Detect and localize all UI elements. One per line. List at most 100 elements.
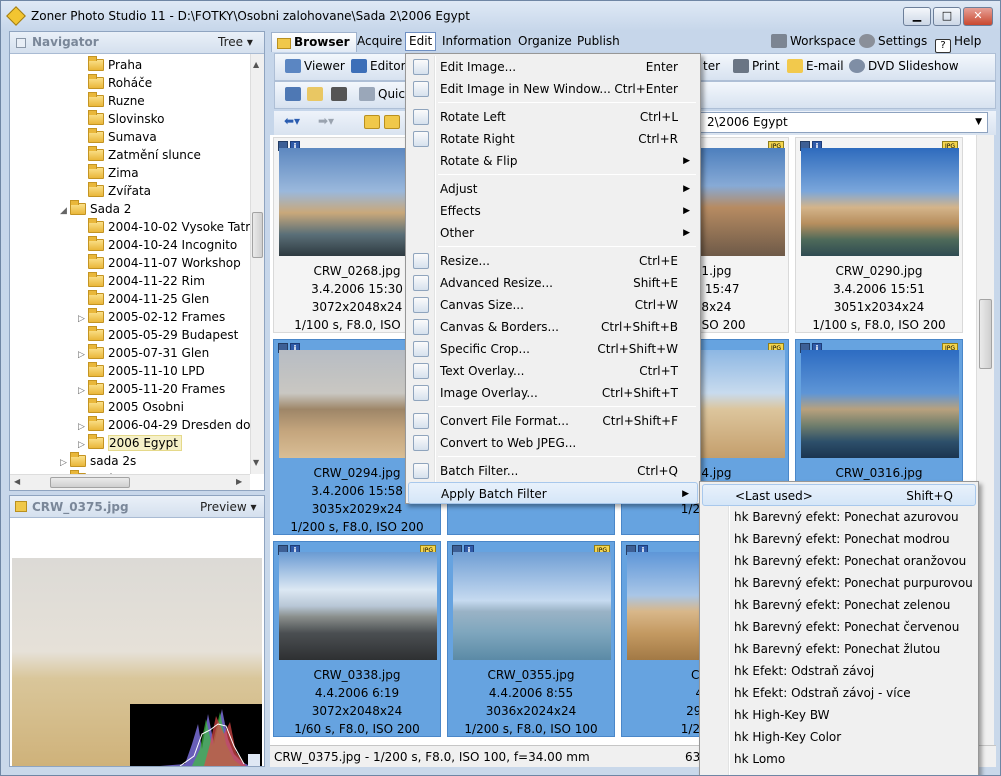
- edit-menu-item[interactable]: Edit Image... Enter: [408, 56, 698, 78]
- edit-menu-item[interactable]: Convert File Format... Ctrl+Shift+F: [408, 410, 698, 432]
- tree-node[interactable]: ▷ 2005-11-20 Frames: [78, 380, 225, 398]
- preview-mode-dropdown[interactable]: Preview ▾: [200, 500, 257, 514]
- batch-filter-item[interactable]: hk Barevný efekt: Ponechat modrou: [702, 528, 976, 550]
- batch-filter-item[interactable]: hk Lomo: [702, 748, 976, 770]
- workspace-button[interactable]: Workspace: [771, 34, 856, 48]
- printer-icon: [733, 59, 749, 73]
- batch-filter-item[interactable]: hk Barevný efekt: Ponechat oranžovou: [702, 550, 976, 572]
- tree-node[interactable]: Roháče: [78, 74, 152, 92]
- tab-publish[interactable]: Publish: [577, 34, 620, 48]
- tree-node[interactable]: 2004-11-07 Workshop: [78, 254, 241, 272]
- edit-menu-item[interactable]: Rotate & Flip ▶: [408, 150, 698, 172]
- tree-node[interactable]: 2004-11-22 Rim: [78, 272, 205, 290]
- thumbnail[interactable]: i JPG CRW_0338.jpg 4.4.2006 6:19 3072x2048x2…: [273, 541, 441, 737]
- batch-filter-item[interactable]: hk Barevný efekt: Ponechat žlutou: [702, 638, 976, 660]
- envelope-icon: [787, 59, 803, 73]
- edit-menu-item[interactable]: Effects ▶: [408, 200, 698, 222]
- camera-icon[interactable]: [331, 87, 350, 101]
- tree-node[interactable]: Zatmění slunce: [78, 146, 201, 164]
- tree-node[interactable]: 2005 Osobni: [78, 398, 184, 416]
- tab-acquire[interactable]: Acquire: [357, 34, 402, 48]
- tree-node[interactable]: 2004-11-25 Glen: [78, 290, 209, 308]
- email-button[interactable]: E-mail: [787, 59, 844, 73]
- tree-node[interactable]: 2005-11-10 LPD: [78, 362, 205, 380]
- edit-menu-item[interactable]: Advanced Resize... Shift+E: [408, 272, 698, 294]
- frame-icon[interactable]: [307, 87, 326, 101]
- edit-menu-item[interactable]: Apply Batch Filter ▶: [408, 482, 698, 504]
- editor-button[interactable]: Editor: [351, 59, 406, 73]
- expanded-arrow-icon[interactable]: ◢: [60, 202, 70, 220]
- tree-node[interactable]: 2005-05-29 Budapest: [78, 326, 238, 344]
- save-icon[interactable]: [285, 87, 304, 101]
- batch-filter-item[interactable]: hk Barevný efekt: Ponechat červenou: [702, 616, 976, 638]
- tree-node[interactable]: ▷ 2005-02-12 Frames: [78, 308, 225, 326]
- batch-filter-item[interactable]: hk Barevný efekt: Ponechat purpurovou: [702, 572, 976, 594]
- settings-button[interactable]: Settings: [859, 34, 927, 48]
- close-button[interactable]: ✕: [963, 7, 993, 26]
- menu-item-icon: [413, 413, 429, 429]
- submenu-arrow-icon: ▶: [683, 156, 690, 166]
- maximize-button[interactable]: □: [933, 7, 961, 26]
- tree-node[interactable]: Ruzne: [78, 92, 145, 110]
- tree-horizontal-scrollbar[interactable]: ◀ ▶: [10, 474, 250, 490]
- edit-menu-item[interactable]: Batch Filter... Ctrl+Q: [408, 460, 698, 482]
- edit-menu-item[interactable]: Specific Crop... Ctrl+Shift+W: [408, 338, 698, 360]
- print-button[interactable]: Print: [733, 59, 780, 73]
- menu-item-label: Effects: [440, 204, 481, 218]
- edit-menu-item[interactable]: Resize... Ctrl+E: [408, 250, 698, 272]
- tree-node[interactable]: Zvířata: [78, 182, 151, 200]
- tree-node[interactable]: Praha: [78, 56, 142, 74]
- tree-mode-dropdown[interactable]: Tree ▾: [218, 35, 253, 49]
- tree-node[interactable]: ▷ sada 2s: [60, 452, 136, 470]
- help-button[interactable]: ? Help: [935, 34, 981, 53]
- edit-menu-item[interactable]: Rotate Right Ctrl+R: [408, 128, 698, 150]
- tab-edit[interactable]: Edit: [405, 32, 437, 51]
- favorites-folder-icon[interactable]: [384, 115, 403, 129]
- workspace-icon: [771, 34, 787, 48]
- thumbnail[interactable]: i JPG CRW_0290.jpg 3.4.2006 15:51 3051x2034x…: [795, 137, 963, 333]
- forward-arrow-icon[interactable]: ➡▾: [318, 114, 334, 128]
- tree-node[interactable]: 2004-10-24 Incognito: [78, 236, 237, 254]
- edit-menu-item[interactable]: Image Overlay... Ctrl+Shift+T: [408, 382, 698, 404]
- batch-filter-item[interactable]: <Last used> Shift+Q: [702, 484, 976, 506]
- chevron-down-icon[interactable]: ▼: [975, 113, 982, 132]
- viewer-button[interactable]: Viewer: [285, 59, 345, 73]
- tree-node[interactable]: Slovinsko: [78, 110, 164, 128]
- edit-menu-item[interactable]: Canvas & Borders... Ctrl+Shift+B: [408, 316, 698, 338]
- quick-fix-button[interactable]: Quic: [359, 87, 405, 101]
- batch-filter-item[interactable]: hk High-Key BW: [702, 704, 976, 726]
- tree-node[interactable]: Zima: [78, 164, 139, 182]
- tab-organize[interactable]: Organize: [518, 34, 572, 48]
- tree-node[interactable]: ▷ 2006-04-29 Dresden dolls: [78, 416, 250, 434]
- edit-menu-item[interactable]: Other ▶: [408, 222, 698, 244]
- edit-menu-item[interactable]: Text Overlay... Ctrl+T: [408, 360, 698, 382]
- menu-separator: [438, 174, 696, 175]
- batch-filter-item[interactable]: hk Efekt: Odstraň závoj - více: [702, 682, 976, 704]
- path-combobox[interactable]: 2\2006 Egypt ▼: [698, 112, 988, 133]
- minimize-button[interactable]: ▁: [903, 7, 931, 26]
- pin-icon[interactable]: [16, 38, 26, 48]
- tab-browser[interactable]: Browser: [271, 32, 357, 52]
- edit-menu-item[interactable]: Canvas Size... Ctrl+W: [408, 294, 698, 316]
- tree-node[interactable]: Sumava: [78, 128, 157, 146]
- tree-vertical-scrollbar[interactable]: ▲ ▼: [250, 54, 264, 474]
- filter-button[interactable]: ter: [703, 59, 720, 73]
- batch-filter-item[interactable]: hk High-Key Color: [702, 726, 976, 748]
- tree-node[interactable]: 2004-10-02 Vysoke Tatry: [78, 218, 250, 236]
- batch-filter-item[interactable]: hk Barevný efekt: Ponechat zelenou: [702, 594, 976, 616]
- batch-filter-item[interactable]: hk Efekt: Odstraň závoj: [702, 660, 976, 682]
- batch-filter-item[interactable]: hk Barevný efekt: Ponechat azurovou: [702, 506, 976, 528]
- edit-menu-item[interactable]: Convert to Web JPEG...: [408, 432, 698, 454]
- edit-menu-item[interactable]: Edit Image in New Window... Ctrl+Enter: [408, 78, 698, 100]
- thumbnail[interactable]: i JPG CRW_0355.jpg 4.4.2006 8:55 3036x2024x2…: [447, 541, 615, 737]
- tree-node[interactable]: ▷ 2006 Egypt: [78, 434, 182, 452]
- dvd-slideshow-button[interactable]: DVD Slideshow: [849, 59, 959, 73]
- up-folder-icon[interactable]: [364, 115, 383, 129]
- tree-node[interactable]: ◢ Sada 2: [60, 200, 131, 218]
- menu-item-icon: [413, 131, 429, 147]
- back-arrow-icon[interactable]: ⬅▾: [284, 114, 300, 128]
- tree-node[interactable]: ▷ 2005-07-31 Glen: [78, 344, 209, 362]
- edit-menu-item[interactable]: Rotate Left Ctrl+L: [408, 106, 698, 128]
- edit-menu-item[interactable]: Adjust ▶: [408, 178, 698, 200]
- tab-information[interactable]: Information: [442, 34, 511, 48]
